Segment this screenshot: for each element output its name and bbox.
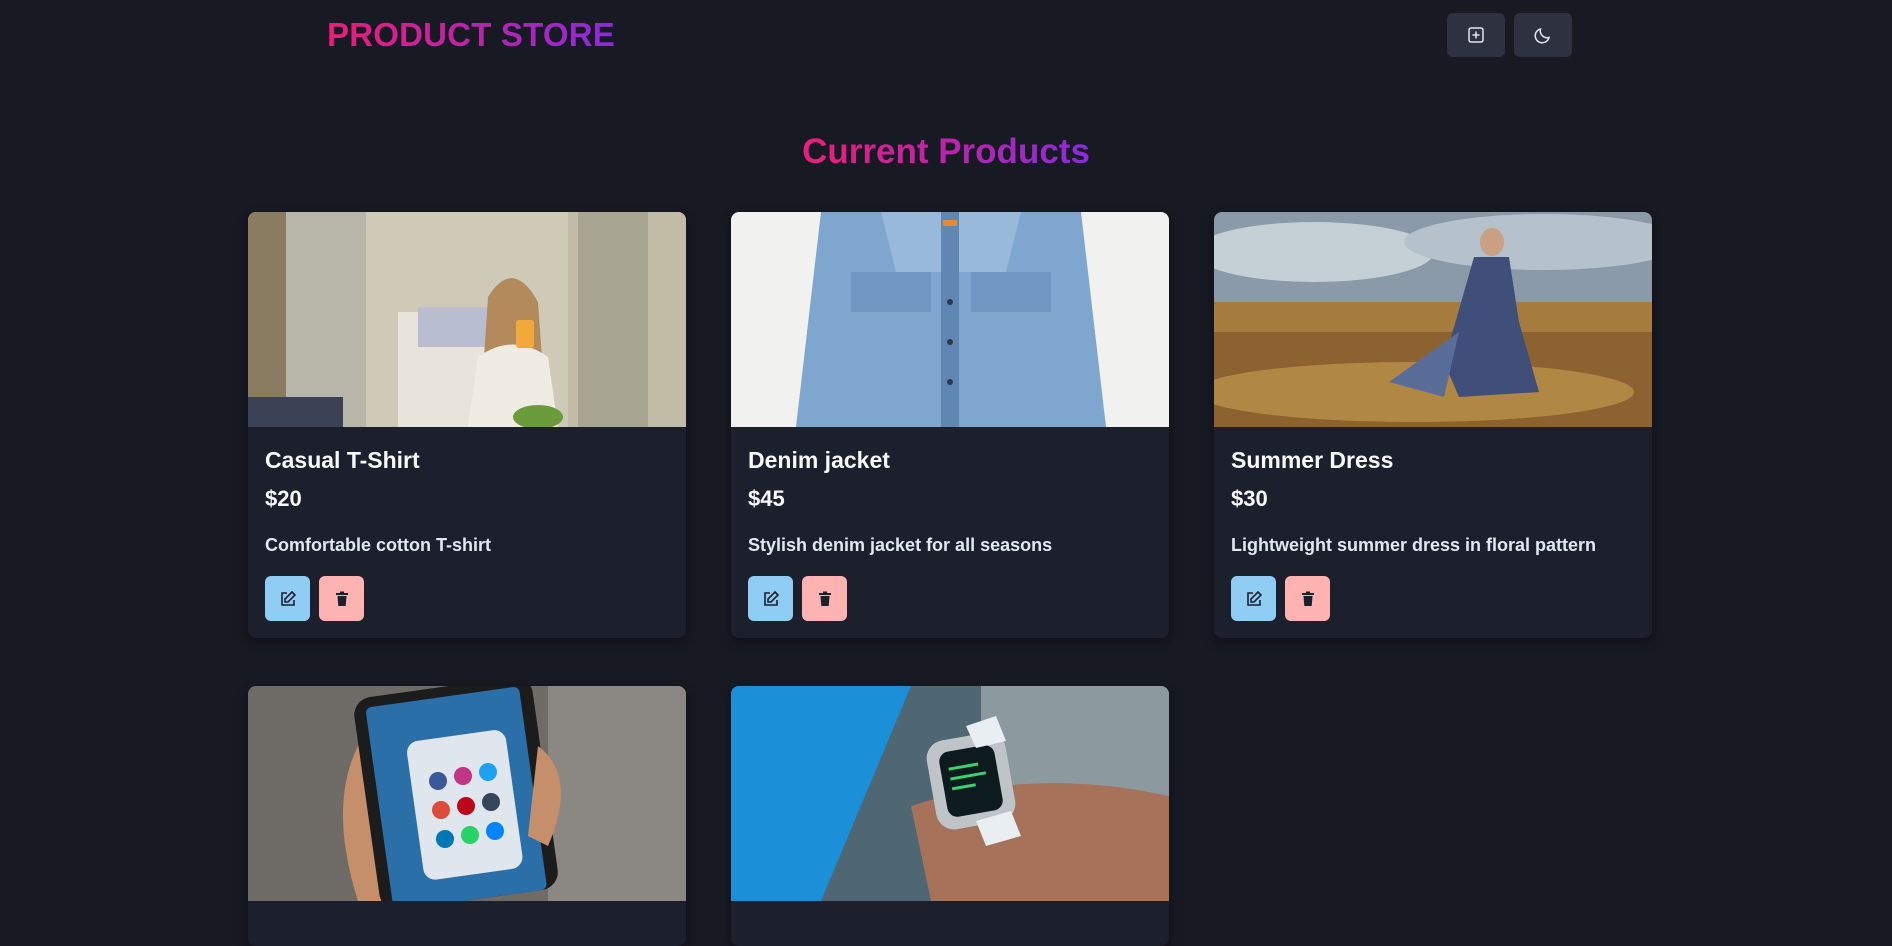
edit-icon [1246, 590, 1262, 606]
product-card: Summer Dress $30 Lightweight summer dres… [1214, 212, 1652, 638]
trash-icon [1301, 591, 1314, 606]
trash-icon [818, 591, 831, 606]
product-price: $20 [265, 486, 302, 511]
product-price: $30 [1231, 486, 1268, 511]
product-name: Denim jacket [748, 447, 890, 473]
plus-square-icon [1468, 27, 1484, 43]
product-description: Stylish denim jacket for all seasons [748, 535, 1053, 555]
trash-icon [335, 591, 348, 606]
edit-button[interactable] [748, 576, 793, 621]
brand-logo[interactable]: PRODUCT STORE [327, 16, 615, 54]
product-name: Casual T-Shirt [265, 447, 420, 473]
product-price: $45 [748, 486, 785, 511]
moon-icon [1534, 27, 1551, 44]
product-image [731, 212, 1169, 427]
create-product-button[interactable] [1447, 13, 1505, 57]
delete-button[interactable] [1285, 576, 1330, 621]
product-card: Denim jacket $45 Stylish denim jacket fo… [731, 212, 1169, 638]
edit-button[interactable] [1231, 576, 1276, 621]
delete-button[interactable] [319, 576, 364, 621]
theme-toggle-button[interactable] [1514, 13, 1572, 57]
edit-button[interactable] [265, 576, 310, 621]
product-image [1214, 212, 1652, 427]
page-title: Current Products [802, 132, 1090, 171]
edit-icon [280, 590, 296, 606]
product-card: Casual T-Shirt $20 Comfortable cotton T-… [248, 212, 686, 638]
edit-icon [763, 590, 779, 606]
product-description: Comfortable cotton T-shirt [265, 535, 491, 555]
product-description: Lightweight summer dress in floral patte… [1231, 535, 1597, 555]
product-image [248, 686, 686, 901]
delete-button[interactable] [802, 576, 847, 621]
product-card [248, 686, 686, 946]
product-image [731, 686, 1169, 901]
product-name: Summer Dress [1231, 447, 1394, 473]
product-image [248, 212, 686, 427]
product-card [731, 686, 1169, 946]
